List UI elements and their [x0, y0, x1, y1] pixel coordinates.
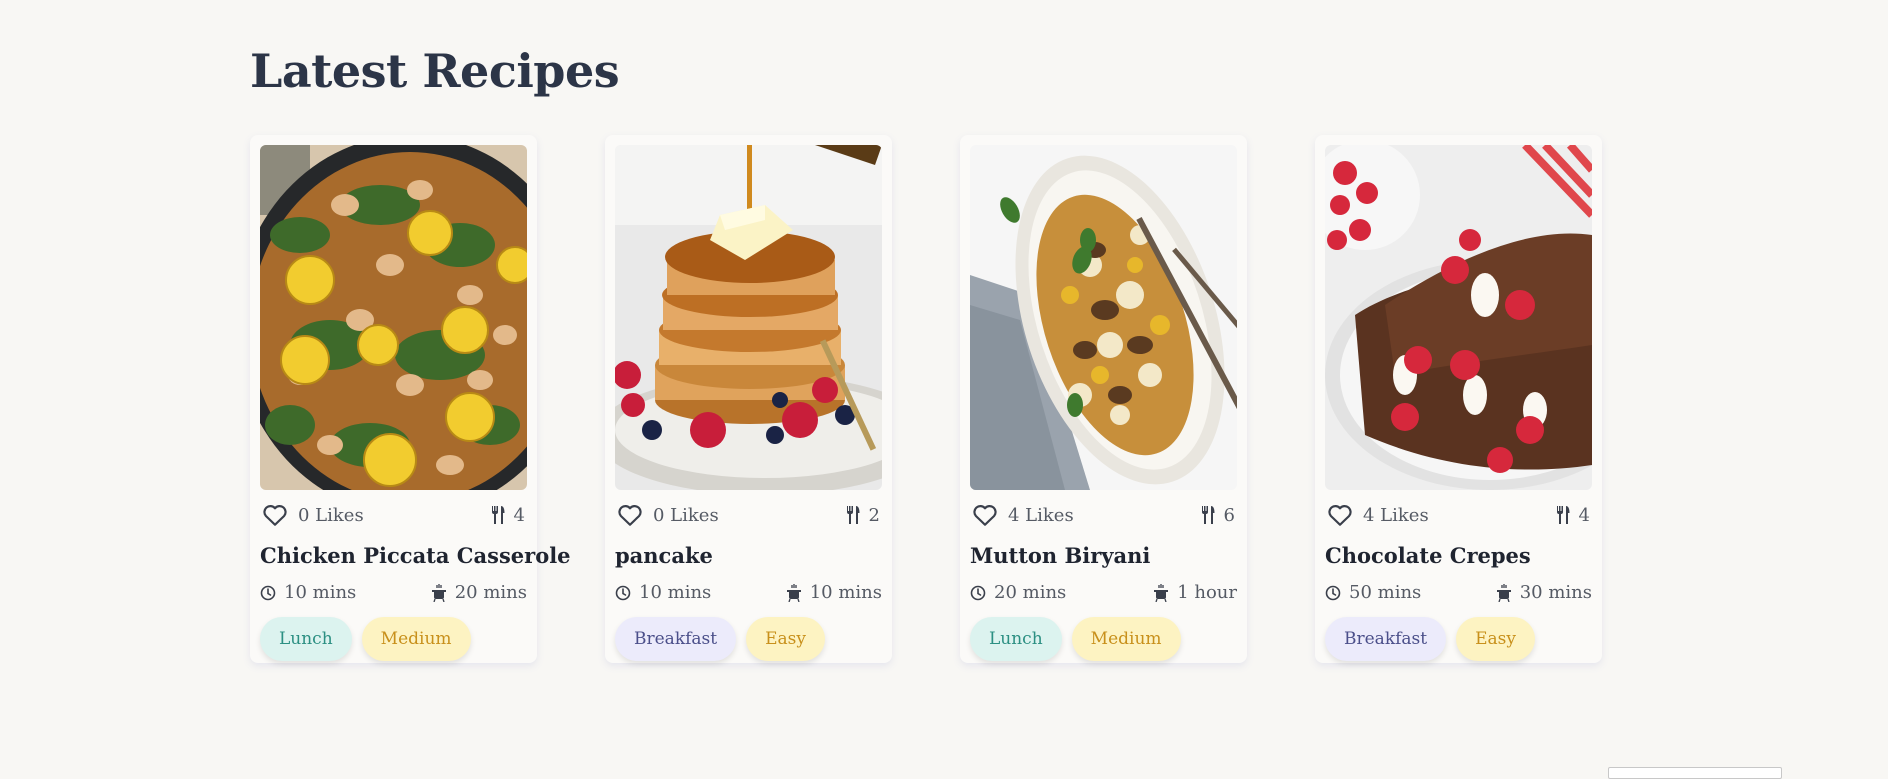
cook-time: 20 mins	[431, 582, 527, 603]
utensils-icon	[1200, 506, 1216, 524]
heart-icon[interactable]	[972, 503, 998, 527]
servings-count: 6	[1223, 504, 1235, 526]
prep-time-value: 10 mins	[639, 582, 712, 603]
likes-count: 0 Likes	[298, 504, 364, 526]
recipe-card[interactable]: 4 Likes 6 Mutton Biryani 20 mins 1 hour …	[960, 135, 1247, 663]
likes: 0 Likes	[615, 503, 719, 527]
cook-time: 30 mins	[1496, 582, 1592, 603]
servings: 2	[845, 505, 882, 526]
cook-time-value: 10 mins	[809, 582, 882, 603]
likes: 4 Likes	[1325, 503, 1429, 527]
prep-time: 10 mins	[615, 582, 711, 603]
clock-icon	[1325, 585, 1341, 601]
recipe-title[interactable]: Chicken Piccata Casserole	[260, 543, 571, 568]
category-tag[interactable]: Lunch	[260, 617, 352, 661]
recipe-image-pancake[interactable]	[615, 145, 882, 490]
prep-time-value: 10 mins	[284, 582, 357, 603]
likes: 0 Likes	[260, 503, 364, 527]
difficulty-tag[interactable]: Medium	[1071, 617, 1181, 661]
servings-count: 4	[1578, 504, 1590, 526]
difficulty-tag[interactable]: Easy	[1456, 617, 1535, 661]
recipe-card[interactable]: 0 Likes 2 pancake 10 mins 10 mins Breakf…	[605, 135, 892, 663]
recipe-image-mutton-biryani[interactable]	[970, 145, 1237, 490]
prep-time: 50 mins	[1325, 582, 1421, 603]
cooking-pot-icon	[431, 583, 447, 602]
heart-icon[interactable]	[262, 503, 288, 527]
likes-count: 0 Likes	[653, 504, 719, 526]
cook-time: 10 mins	[786, 582, 882, 603]
prep-time: 20 mins	[970, 582, 1066, 603]
partial-element-bottom-right[interactable]	[1608, 767, 1782, 779]
likes-count: 4 Likes	[1363, 504, 1429, 526]
servings: 4	[490, 505, 527, 526]
cooking-pot-icon	[1153, 583, 1169, 602]
recipe-image-chocolate-crepes[interactable]	[1325, 145, 1592, 490]
recipe-title[interactable]: Chocolate Crepes	[1325, 543, 1592, 568]
recipe-card[interactable]: 0 Likes 4 Chicken Piccata Casserole 10 m…	[250, 135, 571, 663]
cook-time-value: 20 mins	[454, 582, 527, 603]
category-tag[interactable]: Breakfast	[615, 617, 737, 661]
recipe-title[interactable]: pancake	[615, 543, 882, 568]
difficulty-tag[interactable]: Easy	[746, 617, 825, 661]
cook-time-value: 30 mins	[1519, 582, 1592, 603]
section-heading: Latest Recipes	[250, 44, 620, 98]
prep-time-value: 20 mins	[994, 582, 1067, 603]
recipe-grid: 0 Likes 4 Chicken Piccata Casserole 10 m…	[250, 135, 1602, 663]
latest-recipes-section: Latest Recipes 0 Likes 4 Chicken Piccata…	[250, 40, 1650, 663]
heart-icon[interactable]	[1327, 503, 1353, 527]
recipe-card[interactable]: 4 Likes 4 Chocolate Crepes 50 mins 30 mi…	[1315, 135, 1602, 663]
clock-icon	[260, 585, 276, 601]
servings-count: 4	[513, 504, 525, 526]
clock-icon	[615, 585, 631, 601]
difficulty-tag[interactable]: Medium	[361, 617, 471, 661]
utensils-icon	[845, 506, 861, 524]
utensils-icon	[490, 506, 506, 524]
cooking-pot-icon	[1496, 583, 1512, 602]
servings-count: 2	[868, 504, 880, 526]
utensils-icon	[1555, 506, 1571, 524]
category-tag[interactable]: Breakfast	[1325, 617, 1447, 661]
servings: 6	[1200, 505, 1237, 526]
clock-icon	[970, 585, 986, 601]
cook-time: 1 hour	[1153, 582, 1237, 603]
likes-count: 4 Likes	[1008, 504, 1074, 526]
recipe-image-chicken-piccata[interactable]	[260, 145, 527, 490]
heart-icon[interactable]	[617, 503, 643, 527]
recipe-title[interactable]: Mutton Biryani	[970, 543, 1237, 568]
prep-time-value: 50 mins	[1349, 582, 1422, 603]
servings: 4	[1555, 505, 1592, 526]
category-tag[interactable]: Lunch	[970, 617, 1062, 661]
cook-time-value: 1 hour	[1177, 582, 1237, 603]
cooking-pot-icon	[786, 583, 802, 602]
prep-time: 10 mins	[260, 582, 356, 603]
likes: 4 Likes	[970, 503, 1074, 527]
